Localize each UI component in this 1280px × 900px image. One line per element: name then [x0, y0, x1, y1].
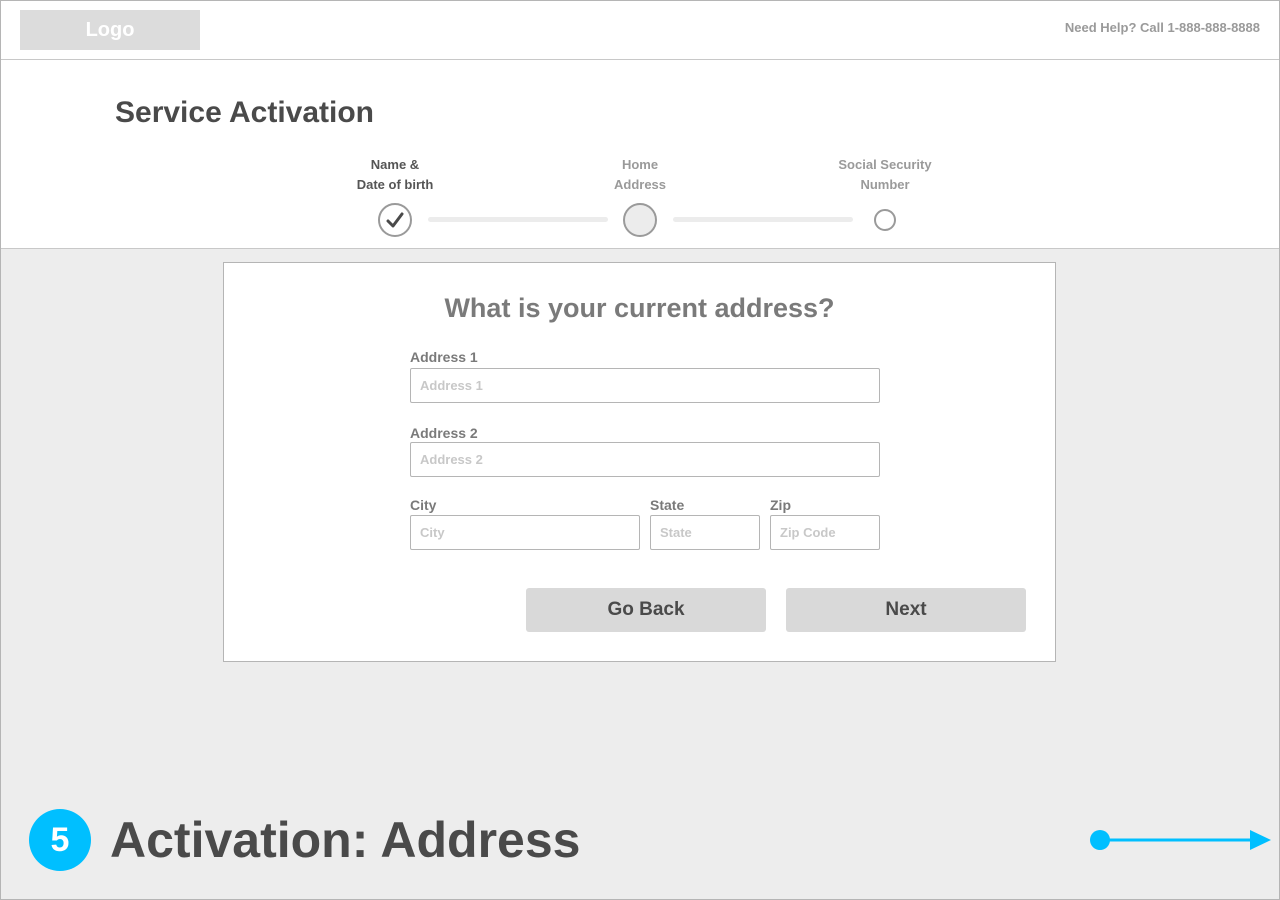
step-label-line: Name & [370, 157, 420, 172]
page-title: Service Activation [115, 96, 374, 129]
city-input[interactable] [410, 515, 640, 550]
logo[interactable]: Logo [20, 10, 200, 50]
zip-label: Zip [770, 497, 791, 513]
address1-input[interactable] [410, 368, 880, 403]
address2-label: Address 2 [410, 425, 478, 441]
page-header: Service Activation Name & Date of birth … [0, 60, 1280, 249]
step-label-line: Social Security [838, 157, 932, 172]
city-label: City [410, 497, 437, 513]
state-label: State [650, 497, 685, 513]
form-title: What is your current address? [444, 293, 835, 323]
address1-label: Address 1 [410, 349, 478, 365]
step-label-line: Number [860, 177, 910, 192]
step-label-line: Home [621, 157, 659, 172]
step-label-ssn: Social Security Number [815, 155, 955, 195]
step-label-line: Date of birth [356, 177, 434, 192]
step-complete-indicator[interactable] [378, 203, 412, 237]
go-back-button[interactable]: Go Back [526, 588, 766, 632]
top-bar: Logo Need Help? Call 1-888-888-8888 [0, 0, 1280, 60]
checkmark-icon [386, 212, 404, 228]
step-connector [428, 217, 608, 222]
address2-input[interactable] [410, 442, 880, 477]
help-phone-text: Need Help? Call 1-888-888-8888 [1064, 20, 1260, 35]
step-label-line: Address [613, 177, 667, 192]
zip-input[interactable] [770, 515, 880, 550]
state-input[interactable] [650, 515, 760, 550]
step-label-name-dob: Name & Date of birth [325, 155, 465, 195]
arrow-right-icon [1090, 830, 1271, 850]
step-upcoming-indicator [874, 209, 896, 231]
annotation-title: Activation: Address [110, 812, 581, 868]
step-number-badge: 5 [29, 809, 91, 871]
address-form-card: What is your current address? Address 1 … [223, 262, 1056, 662]
step-label-home-address: Home Address [570, 155, 710, 195]
next-button[interactable]: Next [786, 588, 1026, 632]
step-connector [673, 217, 853, 222]
step-current-indicator [623, 203, 657, 237]
